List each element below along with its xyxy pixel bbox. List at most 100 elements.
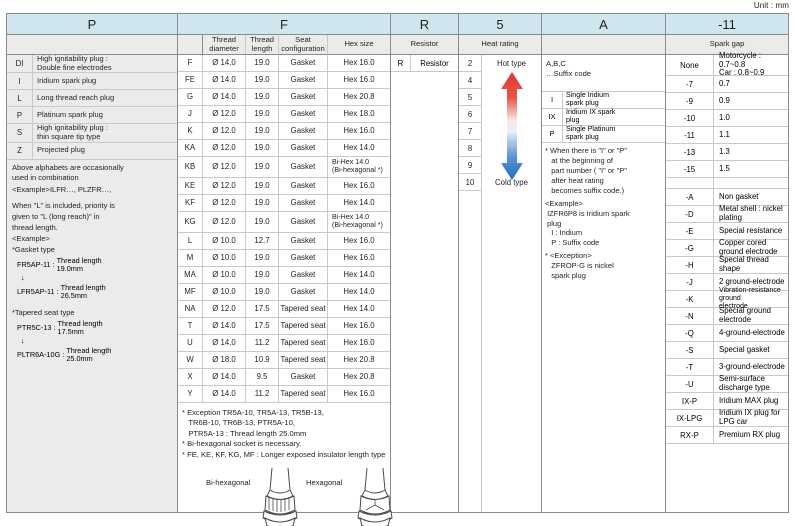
gap-code: None <box>666 55 714 75</box>
f-thread-length: 19.0 <box>246 267 279 283</box>
f-seat-configuration: Gasket <box>279 267 328 283</box>
subheader-hex-size: Hex size <box>328 35 390 55</box>
gap-code: -9 <box>666 93 714 109</box>
f-thread-diameter: Ø 10.0 <box>203 284 246 300</box>
f-row: MF Ø 10.0 19.0 Gasket Hex 14.0 <box>178 284 390 301</box>
f-thread-diameter: Ø 12.0 <box>203 140 246 156</box>
cold-type-label: Cold type <box>495 178 528 187</box>
header-heat-rating: 5 <box>459 14 541 35</box>
f-hex-size: Hex 16.0 <box>343 252 375 262</box>
f-hex-size: Hex 16.0 <box>343 57 375 67</box>
f-hex-size: Bi-Hex 14.0 (Bi-hexagonal *) <box>328 212 390 232</box>
p-code: Z <box>7 142 33 159</box>
f-thread-diameter: Ø 14.0 <box>203 369 246 385</box>
gap-code: -U <box>666 376 714 392</box>
f-seat-configuration: Gasket <box>279 72 328 88</box>
f-code: KA <box>178 140 203 156</box>
gap-description: 1.0 <box>719 112 730 122</box>
heat-blank-area <box>459 191 481 512</box>
gap-code: -G <box>666 240 714 256</box>
f-seat-configuration: Tapered seat <box>279 386 328 402</box>
f-row: FØ 14.0 19.0 Gasket Hex 16.0 <box>178 55 390 72</box>
a-note-2: <Example> IZFR6P8 is Iridium spark plug … <box>545 198 630 248</box>
gap-description: Non gasket <box>719 191 759 201</box>
p-example-3-value: Thread length 17.5mm <box>57 318 103 336</box>
gap-description: 3-ground-electrode <box>719 361 785 371</box>
p-example: PTR5C-13 : Thread length 17.5mm <box>7 318 177 336</box>
f-code: U <box>178 335 203 351</box>
f-code: KF <box>178 195 203 211</box>
a-note-3: * <Exception> ZFROP-G is nickel spark pl… <box>545 251 614 281</box>
f-thread-length: 19.0 <box>246 106 279 122</box>
a-note-1: * When there is "I" or "P" at the beginn… <box>545 145 627 195</box>
f-thread-diameter: Ø 18.0 <box>203 352 246 368</box>
bi-hexagonal-plug-icon <box>250 468 310 526</box>
f-code: Y <box>178 386 203 402</box>
f-hex-size: Hex 16.0 <box>343 337 375 347</box>
gap-row: -N Special ground electrode <box>666 306 788 325</box>
f-row: KF Ø 12.0 19.0 Gasket Hex 14.0 <box>178 195 390 212</box>
hexagonal-label: Hexagonal <box>306 478 343 488</box>
a-code: IX <box>542 108 563 125</box>
r-blank-area <box>391 72 458 512</box>
f-hex-size: Hex 14.0 <box>343 197 375 207</box>
f-body: FØ 14.0 19.0 Gasket Hex 16.0 FE Ø 14.0 19.0 Gas… <box>178 55 393 526</box>
column-a: A A,B,C …Suffix code I Single Iridium spa… <box>542 14 666 512</box>
f-row: FE Ø 14.0 19.0 Gasket Hex 16.0 <box>178 72 390 89</box>
down-arrow-icon: ↓ <box>21 272 25 282</box>
p-row: S High ignitability plug : thin square ti… <box>7 123 177 143</box>
f-thread-length: 11.2 <box>246 335 279 351</box>
f-hex-size: Hex 20.8 <box>343 354 375 364</box>
heat-rating-value: 9 <box>459 157 481 174</box>
f-seat-configuration: Gasket <box>279 284 328 300</box>
gap-code: IX-LPG <box>666 410 714 426</box>
gap-code: -15 <box>666 161 714 177</box>
f-row: KA Ø 12.0 19.0 Gasket Hex 14.0 <box>178 140 390 157</box>
f-seat-configuration: Tapered seat <box>279 335 328 351</box>
p-row: P Platinum spark plug <box>7 107 177 125</box>
hexagonal-plug-icon <box>345 468 405 526</box>
f-thread-length: 17.5 <box>246 318 279 334</box>
header-spark-gap: -11 <box>666 14 788 35</box>
f-row: NA Ø 12.0 17.5 Tapered seat Hex 14.0 <box>178 301 390 318</box>
f-hex-size: Hex 16.0 <box>343 74 375 84</box>
f-thread-diameter: Ø 12.0 <box>203 123 246 139</box>
a-suffix-note: A,B,C …Suffix code <box>546 59 592 78</box>
heat-rating-value: 2 <box>459 55 481 72</box>
f-seat-configuration: Tapered seat <box>279 352 328 368</box>
f-seat-configuration: Gasket <box>279 233 328 249</box>
f-hex-size: Hex 16.0 <box>343 180 375 190</box>
f-code: L <box>178 233 203 249</box>
f-thread-diameter: Ø 12.0 <box>203 106 246 122</box>
p-row: L Long thread reach plug <box>7 90 177 108</box>
f-hex-size: Hex 14.0 <box>343 269 375 279</box>
gap-code: -11 <box>666 127 714 143</box>
gap-description: Iridium MAX plug <box>719 395 779 405</box>
f-code: M <box>178 250 203 266</box>
f-seat-configuration: Gasket <box>279 89 328 105</box>
a-description: Single Platinum spark plug <box>566 124 616 141</box>
subheader-seat-configuration: Seat configuration <box>279 35 328 55</box>
gap-description: 1.5 <box>719 163 730 173</box>
p-description: High ignitability plug : thin square tip… <box>37 123 108 141</box>
gap-description: 0.9 <box>719 95 730 105</box>
gap-description: Special ground electrode <box>719 306 772 324</box>
f-seat-configuration: Gasket <box>279 157 328 177</box>
gap-code: -D <box>666 206 714 222</box>
f-thread-diameter: Ø 12.0 <box>203 178 246 194</box>
subheader-a <box>542 35 665 55</box>
down-arrow-icon: ↓ <box>21 336 25 346</box>
f-thread-length: 19.0 <box>246 72 279 88</box>
p-description: Projected plug <box>37 145 85 155</box>
gap-row: -11 1.1 <box>666 127 788 144</box>
r-row: R Resistor <box>391 55 458 72</box>
f-row: MA Ø 10.0 19.0 Gasket Hex 14.0 <box>178 267 390 284</box>
gap-row: -Q 4-ground-electrode <box>666 325 788 342</box>
heat-rating-value: 8 <box>459 140 481 157</box>
f-seat-configuration: Gasket <box>279 195 328 211</box>
p-row: Z Projected plug <box>7 142 177 160</box>
f-code: F <box>178 55 203 71</box>
heat-rating-value: 7 <box>459 123 481 140</box>
p-code: L <box>7 90 33 107</box>
gap-description: 1.3 <box>719 146 730 156</box>
